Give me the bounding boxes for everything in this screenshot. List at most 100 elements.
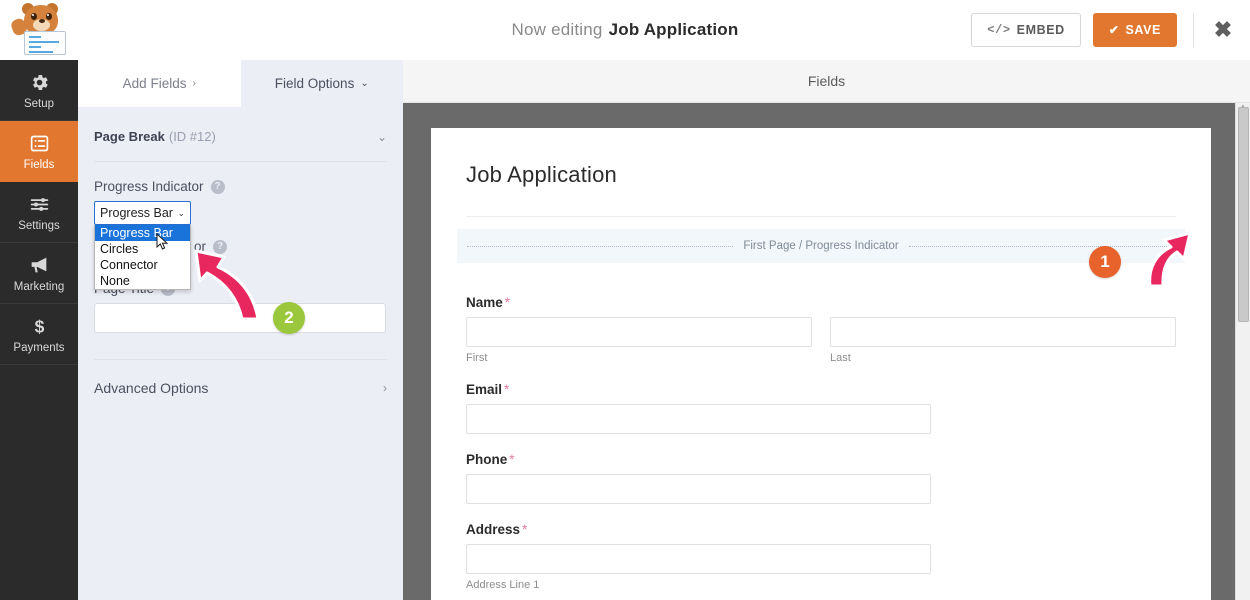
field-id: (ID #12) [168, 129, 216, 144]
page-break-preview-label: First Page / Progress Indicator [743, 240, 899, 252]
form-field-address[interactable]: Address * Address Line 1 [466, 522, 1176, 591]
advanced-options-toggle[interactable]: Advanced Options › [94, 360, 387, 396]
tab-field-options-label: Field Options [274, 76, 355, 91]
sidebar-item-label: Fields [23, 158, 55, 171]
megaphone-icon [28, 254, 50, 277]
chevron-right-icon: › [383, 381, 387, 395]
progress-indicator-select[interactable]: Progress Bar ⌄ [94, 201, 191, 225]
progress-indicator-label-row: Progress Indicator ? [94, 179, 387, 194]
sidebar-item-setup[interactable]: Setup [0, 60, 78, 121]
sidebar-item-settings[interactable]: Settings [0, 182, 78, 243]
help-icon[interactable]: ? [210, 179, 225, 194]
field-label-text: Address [466, 522, 521, 537]
chevron-down-icon[interactable]: ⌄ [377, 130, 387, 144]
dotted-line-right [908, 245, 1175, 247]
sidebar-item-label: Setup [23, 97, 55, 110]
embed-button-label: EMBED [1016, 23, 1065, 37]
advanced-options-label: Advanced Options [94, 380, 209, 396]
chevron-right-icon: › [192, 78, 196, 89]
email-input[interactable] [466, 404, 931, 434]
form-preview-title: Job Application [466, 162, 617, 187]
annotation-badge-2-text: 2 [284, 308, 294, 327]
name-first-sublabel: First [466, 352, 488, 364]
svg-text:$: $ [34, 316, 44, 336]
editing-prefix: Now editing [511, 20, 603, 39]
required-asterisk: * [509, 452, 515, 467]
mouse-cursor [156, 232, 169, 256]
annotation-arrow-progress-indicator-dropdown [194, 249, 260, 321]
sidebar-item-payments[interactable]: $ Payments [0, 304, 78, 365]
tab-add-fields[interactable]: Add Fields › [78, 60, 241, 107]
dropdown-option-label: Connector [100, 258, 158, 272]
save-button[interactable]: ✔ SAVE [1092, 13, 1177, 47]
field-label-text: Phone [466, 452, 508, 467]
preview-subheader-title: Fields [807, 73, 846, 89]
field-label-text: Email [466, 382, 503, 397]
list-icon [29, 132, 50, 155]
address-line1-input[interactable] [466, 544, 931, 574]
phone-input[interactable] [466, 474, 931, 504]
dropdown-option-connector[interactable]: Connector [95, 257, 190, 273]
check-icon: ✔ [1108, 23, 1120, 37]
annotation-badge-1-text: 1 [1100, 252, 1110, 271]
chevron-down-icon: ⌄ [177, 207, 185, 218]
sidebar-item-label: Marketing [13, 280, 65, 293]
dropdown-option-none[interactable]: None [95, 273, 190, 289]
form-field-email[interactable]: Email * [466, 382, 1176, 434]
gear-icon [29, 71, 50, 94]
form-field-phone[interactable]: Phone * [466, 452, 1176, 504]
scrollbar-thumb[interactable] [1238, 107, 1249, 322]
form-field-name[interactable]: Name * First Last [466, 295, 1176, 364]
code-icon: </> [987, 23, 1011, 37]
sidebar-item-label: Settings [18, 219, 60, 232]
sidebar-item-label: Payments [13, 341, 65, 354]
form-fields-list: Name * First Last Email * Phone * Addres… [431, 263, 1211, 591]
field-label-text: Name [466, 295, 503, 310]
tab-add-fields-label: Add Fields [122, 76, 187, 91]
close-icon[interactable]: ✖ [1210, 15, 1236, 45]
sidebar-item-marketing[interactable]: Marketing [0, 243, 78, 304]
required-asterisk: * [522, 522, 528, 537]
annotation-arrow-progress-indicator-preview [1148, 231, 1192, 288]
field-label: Name * [466, 295, 1176, 310]
progress-indicator-dropdown-menu: Progress Bar Circles Connector None [94, 225, 191, 290]
name-last-sublabel: Last [830, 352, 851, 364]
embed-button[interactable]: </> EMBED [971, 13, 1081, 47]
annotation-badge-1: 1 [1089, 246, 1121, 278]
field-header[interactable]: Page Break (ID #12) ⌄ [94, 107, 387, 162]
name-first-wrap: First [466, 310, 812, 364]
form-preview-area: Job Application First Page / Progress In… [403, 103, 1250, 600]
dropdown-option-label: None [100, 274, 130, 288]
field-title: Page Break (ID #12) [94, 129, 216, 145]
progress-indicator-selected-value: Progress Bar [100, 206, 173, 220]
header-actions: </> EMBED ✔ SAVE ✖ [971, 0, 1236, 60]
builder-sidebar: Setup Fields Settings Marketing $ Paymen… [0, 60, 78, 600]
form-preview-card: Job Application First Page / Progress In… [431, 128, 1211, 600]
sidebar-item-fields[interactable]: Fields [0, 121, 78, 182]
dropdown-option-circles[interactable]: Circles [95, 241, 190, 257]
name-last-wrap: Last [830, 310, 1176, 364]
required-asterisk: * [504, 295, 511, 310]
dollar-icon: $ [29, 315, 50, 338]
dropdown-option-progress-bar[interactable]: Progress Bar [95, 225, 190, 241]
preview-vertical-scrollbar[interactable]: ▲ [1235, 102, 1250, 600]
address-line1-sublabel: Address Line 1 [466, 579, 540, 591]
field-label: Email * [466, 382, 1176, 397]
preview-subheader: Fields [403, 60, 1250, 103]
field-label: Phone * [466, 452, 1176, 467]
save-button-label: SAVE [1125, 23, 1161, 37]
chevron-down-icon: ⌄ [360, 78, 369, 89]
annotation-badge-2: 2 [273, 302, 305, 334]
page-break-preview-row[interactable]: First Page / Progress Indicator [457, 229, 1185, 263]
field-options-panel: Add Fields › Field Options ⌄ Page Break … [78, 60, 403, 600]
builder-header: Now editing Job Application </> EMBED ✔ … [0, 0, 1250, 60]
header-divider [1193, 13, 1194, 47]
field-type-name: Page Break [94, 129, 165, 144]
sliders-icon [29, 193, 50, 216]
dotted-line-left [467, 245, 734, 247]
field-label: Address * [466, 522, 1176, 537]
progress-indicator-select-wrap: Progress Bar ⌄ Progress Bar Circles Conn… [94, 201, 228, 290]
name-first-input[interactable] [466, 317, 812, 347]
tab-field-options[interactable]: Field Options ⌄ [240, 60, 403, 107]
name-last-input[interactable] [830, 317, 1176, 347]
